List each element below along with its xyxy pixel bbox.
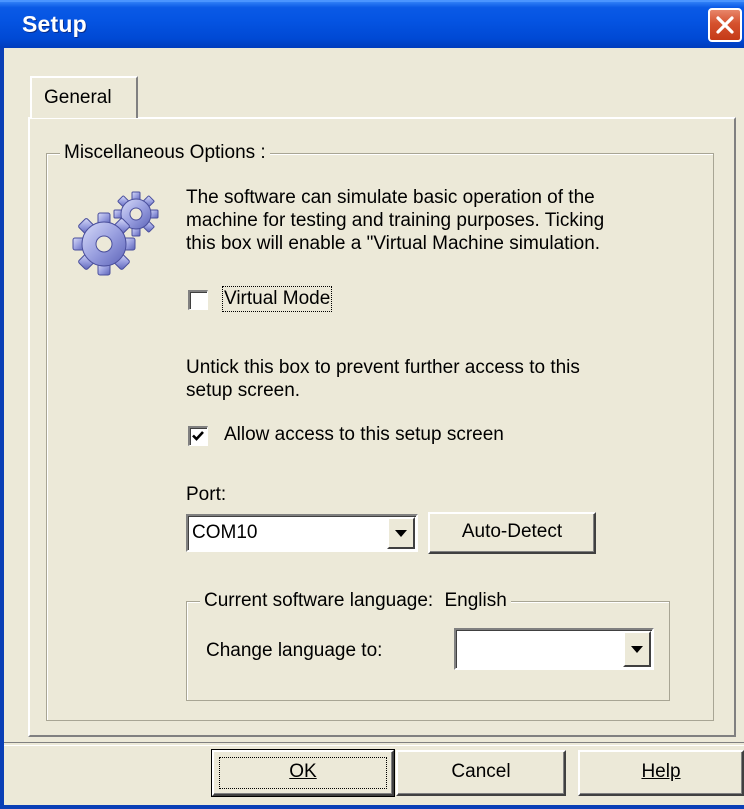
title-bar[interactable]: Setup xyxy=(0,0,744,48)
close-button[interactable] xyxy=(708,8,742,42)
virtual-description-line-2: machine for testing and training purpose… xyxy=(186,210,605,231)
language-dropdown-button[interactable] xyxy=(623,631,651,667)
port-label: Port: xyxy=(186,484,227,505)
ok-focus-rect xyxy=(219,757,387,789)
misc-options-legend: Miscellaneous Options : xyxy=(60,142,270,164)
footer-separator xyxy=(4,742,744,746)
virtual-mode-checkbox[interactable] xyxy=(188,290,208,310)
window-title: Setup xyxy=(22,11,87,37)
virtual-description-line-1: The software can simulate basic operatio… xyxy=(186,187,595,208)
help-label: Help xyxy=(641,761,681,782)
change-language-label: Change language to: xyxy=(206,640,383,661)
access-description-line-1: Untick this box to prevent further acces… xyxy=(186,357,580,378)
gears-icon xyxy=(70,186,166,278)
access-description: Untick this box to prevent further acces… xyxy=(186,356,706,402)
language-select[interactable] xyxy=(454,628,654,670)
tab-general-label: General xyxy=(44,87,112,108)
virtual-mode-label[interactable]: Virtual Mode xyxy=(221,286,333,312)
auto-detect-button[interactable]: Auto-Detect xyxy=(428,512,596,554)
allow-access-checkbox[interactable] xyxy=(188,426,208,446)
setup-dialog: Setup General Miscellaneous Options : Th… xyxy=(0,0,744,809)
allow-access-label[interactable]: Allow access to this setup screen xyxy=(224,424,504,446)
port-select[interactable]: COM10 xyxy=(186,514,418,552)
current-language-value: English xyxy=(444,590,507,611)
ok-button[interactable]: OK xyxy=(211,749,395,797)
tab-general[interactable]: General xyxy=(30,76,138,118)
close-icon xyxy=(716,16,734,34)
chevron-down-icon xyxy=(395,530,407,537)
chevron-down-icon xyxy=(631,646,643,653)
virtual-description-line-3: this box will enable a "Virtual Machine … xyxy=(186,233,601,254)
current-language-label: Current software language: xyxy=(204,590,434,611)
cancel-button[interactable]: Cancel xyxy=(396,750,566,796)
checkmark-icon xyxy=(192,431,204,441)
auto-detect-label: Auto-Detect xyxy=(461,521,563,542)
help-button[interactable]: Help xyxy=(578,750,744,796)
virtual-mode-description: The software can simulate basic operatio… xyxy=(186,186,706,255)
port-select-value: COM10 xyxy=(192,522,258,543)
port-dropdown-button[interactable] xyxy=(387,517,415,549)
language-legend: Current software language: English xyxy=(200,590,511,612)
access-description-line-2: setup screen. xyxy=(186,380,301,401)
cancel-label: Cancel xyxy=(451,761,511,782)
